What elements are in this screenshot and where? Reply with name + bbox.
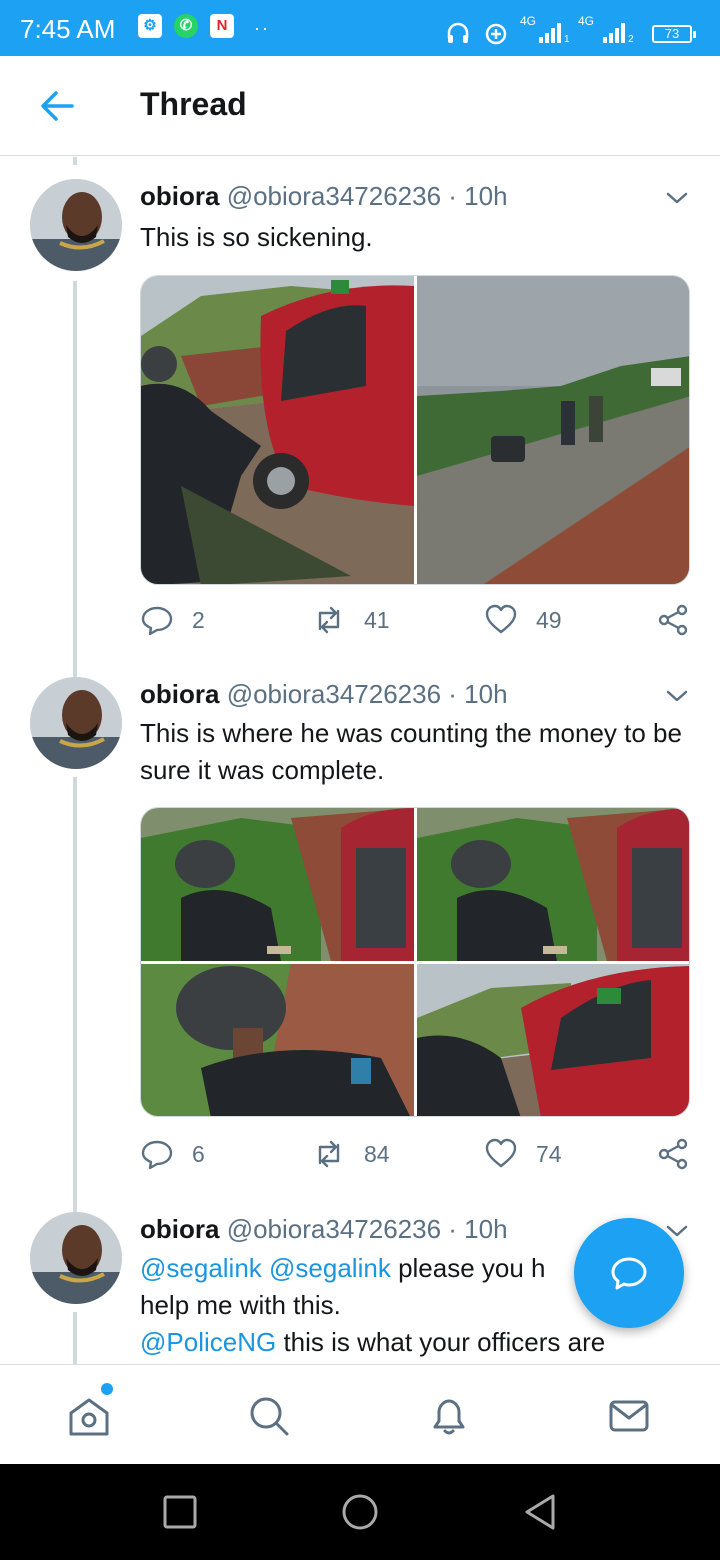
compose-reply-icon: [611, 1257, 647, 1290]
signal-icon-2: [603, 23, 625, 43]
thread-connector-line: [73, 1312, 77, 1364]
status-bar: 7:45 AM ⚙ ✆ N ·· 4G 1 4G 2 73: [0, 0, 720, 56]
photo-4[interactable]: [417, 964, 690, 1117]
back-triangle-icon[interactable]: [520, 1492, 560, 1532]
like-button[interactable]: 74: [484, 1137, 562, 1171]
tweet-text-segment: this is what your officers are: [283, 1327, 606, 1357]
data-saver-icon: [485, 23, 507, 45]
headphones-icon: [447, 22, 469, 43]
reply-button[interactable]: 2: [140, 603, 205, 637]
notifications-icon[interactable]: [426, 1393, 472, 1439]
heart-icon: [485, 604, 517, 634]
tweet-time: · 10h: [448, 1214, 508, 1244]
mention-link[interactable]: @segalink: [269, 1253, 391, 1283]
retweet-icon: [318, 606, 340, 634]
chevron-down-icon[interactable]: [662, 183, 692, 213]
recents-square-icon[interactable]: [160, 1492, 200, 1532]
whatsapp-icon: ✆: [174, 14, 198, 38]
photo-1[interactable]: [141, 276, 414, 585]
search-icon[interactable]: [246, 1393, 292, 1439]
author-handle: @obiora34726236: [226, 181, 442, 211]
thread-connector-line: [73, 281, 77, 677]
tweet-header: obiora @obiora34726236 · 10h: [140, 1214, 508, 1245]
photo-1[interactable]: [141, 808, 414, 961]
retweet-count: 41: [364, 606, 390, 633]
reply-icon: [141, 1140, 173, 1170]
share-icon: [658, 1138, 688, 1170]
battery-indicator: 73: [652, 25, 696, 43]
settings-icon: ⚙: [138, 14, 162, 38]
tweet-header: obiora @obiora34726236 · 10h: [140, 679, 508, 710]
thread-connector-line: [73, 157, 77, 165]
reply-count: 2: [192, 606, 205, 633]
chevron-down-icon[interactable]: [662, 681, 692, 711]
tweet-text: This is where he was counting the money …: [140, 718, 682, 785]
page-title: Thread: [140, 86, 247, 122]
app-header: Thread: [0, 56, 720, 156]
messages-icon[interactable]: [606, 1393, 652, 1439]
arrow-left-icon[interactable]: [36, 84, 80, 128]
author-handle: @obiora34726236: [226, 1214, 442, 1244]
retweet-button[interactable]: 41: [312, 603, 390, 637]
network-label-1: 4G: [520, 14, 537, 28]
avatar[interactable]: [30, 179, 122, 271]
tweet[interactable]: obiora @obiora34726236 · 10h This is so …: [0, 157, 720, 677]
tweet-time: · 10h: [448, 679, 508, 709]
like-count: 49: [536, 606, 562, 633]
home-icon[interactable]: [66, 1393, 112, 1439]
author-name[interactable]: obiora: [140, 1214, 219, 1244]
media-grid[interactable]: [140, 275, 690, 585]
system-navigation-bar: [0, 1464, 720, 1560]
heart-icon: [485, 1138, 517, 1168]
sim-label-2: 2: [628, 34, 634, 45]
status-time: 7:45 AM: [20, 14, 116, 44]
author-name[interactable]: obiora: [140, 181, 219, 211]
mention-link[interactable]: @PoliceNG: [140, 1327, 276, 1357]
retweet-icon: [318, 1140, 340, 1168]
mention-link[interactable]: @segalink: [140, 1253, 262, 1283]
retweet-button[interactable]: 84: [312, 1137, 390, 1171]
compose-reply-button[interactable]: [574, 1218, 684, 1328]
tweet-header: obiora @obiora34726236 · 10h: [140, 181, 508, 212]
tweet[interactable]: obiora @obiora34726236 · 10h This is whe…: [0, 677, 720, 1212]
reply-button[interactable]: 6: [140, 1137, 205, 1171]
bottom-navigation: [0, 1364, 720, 1464]
share-button[interactable]: [656, 1137, 690, 1171]
photo-3[interactable]: [141, 964, 414, 1117]
status-dots: ··: [254, 18, 270, 38]
like-button[interactable]: 49: [484, 603, 562, 637]
news-icon: N: [210, 14, 234, 38]
new-content-dot: [101, 1383, 113, 1395]
media-grid[interactable]: [140, 807, 690, 1117]
retweet-count: 84: [364, 1140, 390, 1167]
tweet-time: · 10h: [448, 181, 508, 211]
author-handle: @obiora34726236: [226, 679, 442, 709]
like-count: 74: [536, 1140, 562, 1167]
photo-2[interactable]: [417, 276, 690, 585]
photo-2[interactable]: [417, 808, 690, 961]
home-circle-icon[interactable]: [340, 1492, 380, 1532]
share-icon: [658, 604, 688, 636]
thread-connector-line: [73, 777, 77, 1212]
author-name[interactable]: obiora: [140, 679, 219, 709]
network-label-2: 4G: [578, 14, 595, 28]
sim-label-1: 1: [564, 34, 570, 45]
tweet-text: This is so sickening.: [140, 222, 373, 252]
share-button[interactable]: [656, 603, 690, 637]
avatar[interactable]: [30, 677, 122, 769]
thread-list[interactable]: obiora @obiora34726236 · 10h This is so …: [0, 157, 720, 1364]
reply-icon: [141, 606, 173, 636]
tweet-actions: 6 84 74: [140, 1137, 700, 1177]
tweet-text-segment: help me with this.: [140, 1290, 341, 1320]
avatar[interactable]: [30, 1212, 122, 1304]
signal-icon-1: [539, 23, 561, 43]
tweet-actions: 2 41 49: [140, 603, 700, 643]
tweet-text-segment: please you h: [398, 1253, 546, 1283]
reply-count: 6: [192, 1140, 205, 1167]
